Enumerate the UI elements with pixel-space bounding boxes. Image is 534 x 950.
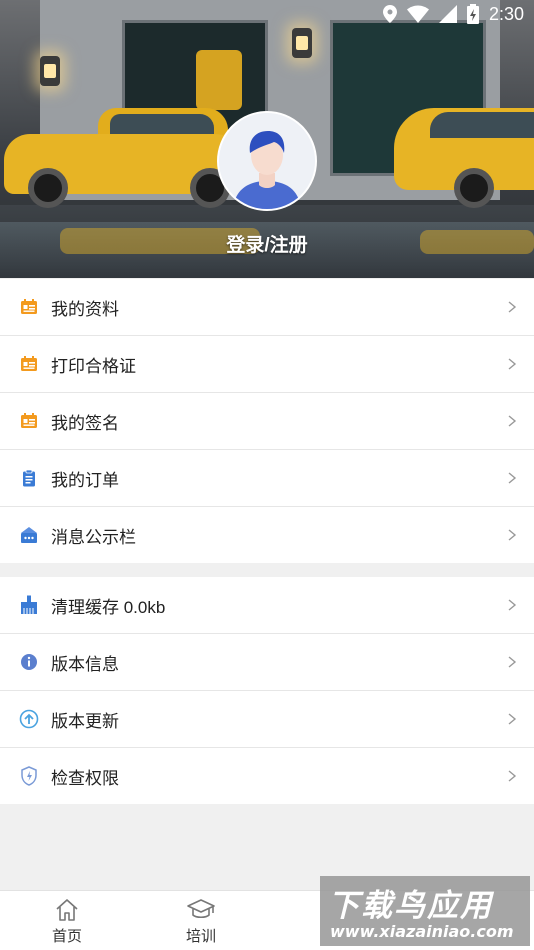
- notice-board-icon: [18, 524, 40, 546]
- profile-card-icon: [18, 296, 40, 318]
- menu-group-system: 清理缓存 0.0kb 版本信息 版本更新 检查权限: [0, 577, 534, 804]
- chevron-right-icon: [508, 415, 517, 427]
- nav-item-home[interactable]: 首页: [32, 897, 102, 946]
- street-lamp: [40, 56, 60, 86]
- chevron-right-icon: [508, 529, 517, 541]
- menu-label: 我的资料: [51, 299, 119, 319]
- menu-label: 版本信息: [51, 654, 119, 674]
- menu-label: 打印合格证: [51, 356, 136, 376]
- menu-label: 检查权限: [51, 768, 119, 788]
- chevron-right-icon: [508, 472, 517, 484]
- street-lamp: [292, 28, 312, 58]
- menu-item-my-orders[interactable]: 我的订单: [0, 450, 534, 507]
- login-register-link[interactable]: 登录/注册: [0, 230, 534, 257]
- signal-icon: [438, 5, 457, 23]
- battery-icon: [466, 4, 479, 24]
- taxi-window: [430, 112, 534, 138]
- menu-label: 我的订单: [51, 470, 119, 490]
- taxi-wheel: [454, 168, 494, 208]
- signature-icon: [18, 410, 40, 432]
- upload-arrow-icon: [18, 708, 40, 730]
- status-time: 2:30: [488, 3, 524, 24]
- watermark-title: 下载鸟应用: [328, 888, 493, 924]
- wifi-icon: [406, 5, 429, 23]
- menu-label: 我的签名: [51, 413, 119, 433]
- chevron-right-icon: [508, 713, 517, 725]
- chevron-right-icon: [508, 770, 517, 782]
- shield-icon: [18, 765, 40, 787]
- certificate-icon: [18, 353, 40, 375]
- status-bar: 2:30: [0, 0, 534, 28]
- avatar[interactable]: [217, 111, 317, 211]
- default-user-icon: [219, 113, 315, 209]
- broom-icon: [18, 594, 40, 616]
- taxi-wheel: [28, 168, 68, 208]
- menu-item-my-profile[interactable]: 我的资料: [0, 279, 534, 336]
- menu-label: 清理缓存 0.0kb: [51, 597, 166, 617]
- menu-item-my-signature[interactable]: 我的签名: [0, 393, 534, 450]
- menu-item-check-permissions[interactable]: 检查权限: [0, 748, 534, 804]
- info-icon: [18, 651, 40, 673]
- gold-statue: [196, 50, 242, 110]
- menu-group-account: 我的资料 打印合格证 我的签名 我的订单 消息公示栏: [0, 279, 534, 563]
- graduation-cap-icon: [187, 899, 215, 919]
- nav-item-training[interactable]: 培训: [166, 897, 236, 946]
- menu-item-notice-board[interactable]: 消息公示栏: [0, 507, 534, 563]
- profile-header: 2:30 登录/注册: [0, 0, 534, 278]
- chevron-right-icon: [508, 656, 517, 668]
- nav-label: 培训: [185, 928, 216, 945]
- clipboard-icon: [18, 467, 40, 489]
- watermark: 下载鸟应用 www.xiazainiao.com: [320, 876, 530, 946]
- menu-item-version-info[interactable]: 版本信息: [0, 634, 534, 691]
- home-icon: [56, 899, 78, 921]
- menu-label: 消息公示栏: [51, 527, 136, 547]
- chevron-right-icon: [508, 301, 517, 313]
- menu-item-clear-cache[interactable]: 清理缓存 0.0kb: [0, 577, 534, 634]
- menu-item-version-update[interactable]: 版本更新: [0, 691, 534, 748]
- watermark-url: www.xiazainiao.com: [330, 922, 514, 941]
- location-icon: [382, 5, 397, 23]
- chevron-right-icon: [508, 358, 517, 370]
- nav-label: 首页: [51, 928, 82, 945]
- menu-item-print-certificate[interactable]: 打印合格证: [0, 336, 534, 393]
- menu-label: 版本更新: [51, 711, 119, 731]
- chevron-right-icon: [508, 599, 517, 611]
